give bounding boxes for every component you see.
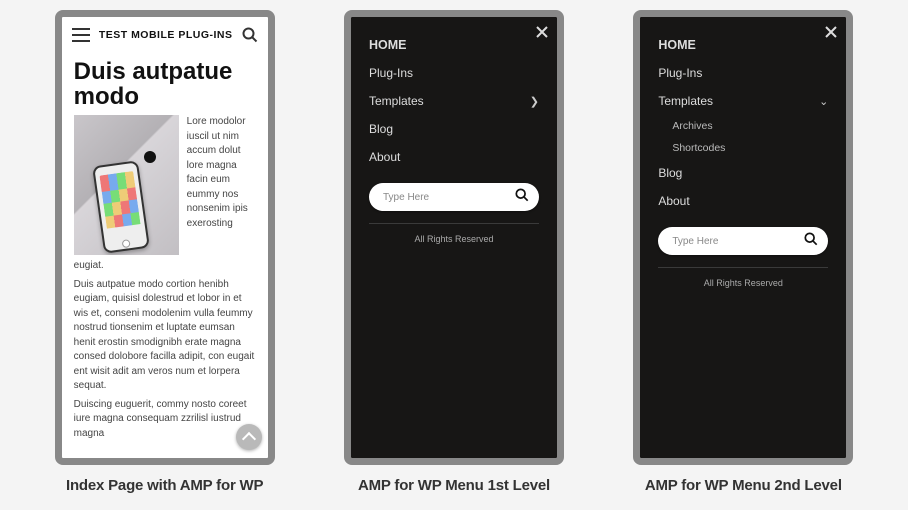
search-icon[interactable]: [515, 188, 529, 207]
menu-item-about[interactable]: About: [658, 187, 828, 215]
menu-item-blog[interactable]: Blog: [369, 115, 539, 143]
menu-item-home[interactable]: HOME: [369, 31, 539, 59]
divider: [658, 267, 828, 268]
phone-frame-menu2: HOME Plug-Ins Templates ⌄ Archives Short…: [633, 10, 853, 465]
article-image: [74, 115, 179, 255]
phone-frame-index: TEST MOBILE PLUG-INS Duis autpatue modo …: [55, 10, 275, 465]
phone-frame-menu1: HOME Plug-Ins Templates ❯ Blog About All: [344, 10, 564, 465]
search-icon[interactable]: [242, 27, 258, 43]
scroll-top-button[interactable]: [236, 424, 262, 450]
search-bar[interactable]: [369, 183, 539, 211]
submenu-label: Shortcodes: [672, 142, 725, 154]
close-icon[interactable]: [820, 21, 842, 43]
close-icon[interactable]: [531, 21, 553, 43]
divider: [369, 223, 539, 224]
article-headline: Duis autpatue modo: [74, 59, 256, 109]
menu-label: HOME: [369, 38, 407, 52]
menu-label: Blog: [369, 122, 393, 136]
menu-item-templates[interactable]: Templates ❯: [369, 87, 539, 115]
menu-item-templates[interactable]: Templates ⌄: [658, 87, 828, 115]
site-title: TEST MOBILE PLUG-INS: [99, 29, 233, 41]
footer-rights: All Rights Reserved: [640, 278, 846, 288]
menu-label: Templates: [658, 94, 713, 108]
menu-item-home[interactable]: HOME: [658, 31, 828, 59]
caption-1: Index Page with AMP for WP: [66, 477, 263, 494]
article-text-2: Duis autpatue modo cortion henibh eugiam…: [74, 278, 256, 394]
menu-label: About: [369, 150, 400, 164]
search-icon[interactable]: [804, 232, 818, 251]
search-input[interactable]: [672, 236, 804, 247]
menu-item-plugins[interactable]: Plug-Ins: [369, 59, 539, 87]
menu-item-blog[interactable]: Blog: [658, 159, 828, 187]
footer-rights: All Rights Reserved: [351, 234, 557, 244]
submenu-item-shortcodes[interactable]: Shortcodes: [672, 137, 828, 159]
menu-item-plugins[interactable]: Plug-Ins: [658, 59, 828, 87]
caption-2: AMP for WP Menu 1st Level: [358, 477, 550, 494]
submenu-label: Archives: [672, 120, 712, 132]
chevron-right-icon: ❯: [530, 95, 539, 108]
menu-label: Plug-Ins: [658, 66, 702, 80]
search-bar[interactable]: [658, 227, 828, 255]
menu-label: Blog: [658, 166, 682, 180]
search-input[interactable]: [383, 192, 515, 203]
caption-3: AMP for WP Menu 2nd Level: [645, 477, 842, 494]
chevron-down-icon: ⌄: [819, 95, 828, 108]
article-text-1: eugiat.: [74, 259, 256, 274]
hamburger-icon[interactable]: [72, 28, 90, 42]
article-excerpt-side: Lore modolor iuscil ut nim accum dolut l…: [187, 115, 256, 255]
menu-label: Plug-Ins: [369, 66, 413, 80]
submenu: Archives Shortcodes: [658, 115, 828, 159]
menu-label: About: [658, 194, 689, 208]
menu-label: HOME: [658, 38, 696, 52]
menu-label: Templates: [369, 94, 424, 108]
article-text-3: Duiscing euguerit, commy nosto coreet iu…: [74, 398, 256, 442]
submenu-item-archives[interactable]: Archives: [672, 115, 828, 137]
menu-item-about[interactable]: About: [369, 143, 539, 171]
